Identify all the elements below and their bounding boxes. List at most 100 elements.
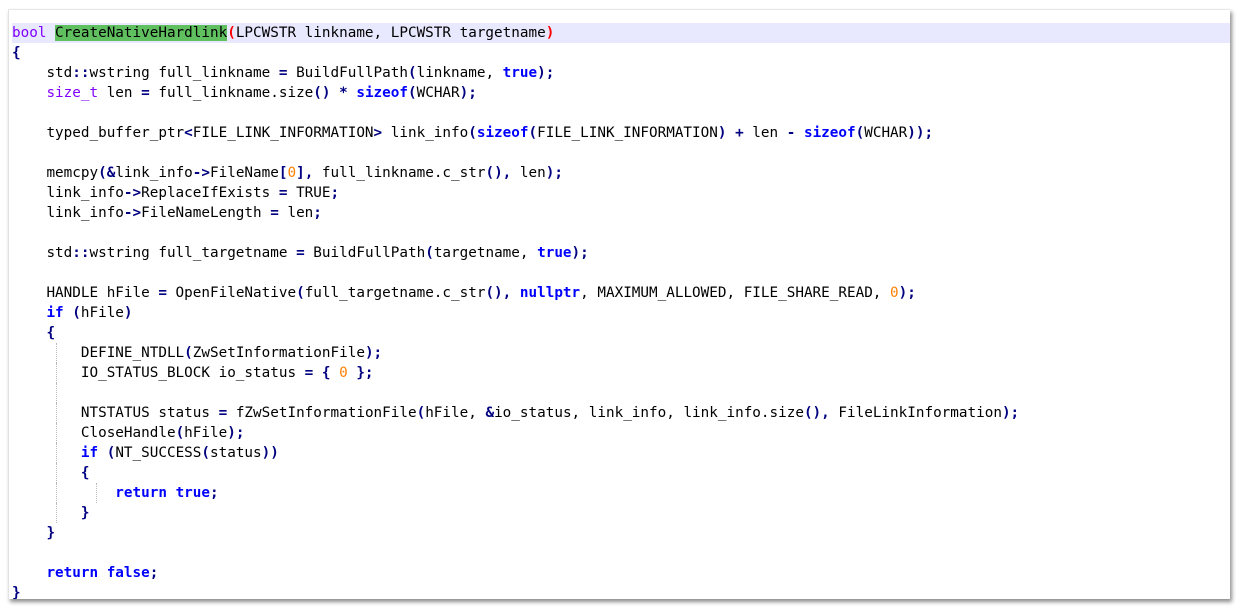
code-area[interactable]: bool CreateNativeHardlink(LPCWSTR linkna… [12, 23, 1230, 599]
code-token-plain: targetname, [433, 245, 538, 261]
code-line[interactable]: if (NT_SUCCESS(status)) [12, 443, 1230, 463]
code-line[interactable]: CloseHandle(hFile); [12, 423, 1230, 443]
code-line[interactable]: { [12, 323, 1230, 343]
code-line[interactable] [12, 103, 1230, 123]
code-line[interactable]: size_t len = full_linkname.size() * size… [12, 83, 1230, 103]
code-line[interactable]: std::wstring full_linkname = BuildFullPa… [12, 63, 1230, 83]
code-token-plain: link_info [46, 205, 124, 221]
code-token-plain: NTSTATUS status [80, 405, 219, 421]
code-token-op: ); [459, 85, 477, 101]
code-line[interactable]: } [12, 523, 1230, 543]
code-line[interactable]: { [12, 463, 1230, 483]
code-token-op: ( [296, 285, 305, 301]
code-line[interactable]: DEFINE_NTDLL(ZwSetInformationFile); [12, 343, 1230, 363]
code-token-op: ], [296, 165, 314, 181]
code-token-brace: } [12, 585, 21, 599]
code-line[interactable] [12, 143, 1230, 163]
code-token-op: = [218, 405, 228, 421]
code-token-op: & [485, 405, 495, 421]
code-line[interactable]: link_info->FileNameLength = len; [12, 203, 1230, 223]
code-token-plain: std [46, 65, 73, 81]
code-line[interactable]: if (hFile) [12, 303, 1230, 323]
code-token-kw: sizeof [356, 85, 408, 101]
code-line[interactable]: IO_STATUS_BLOCK io_status = { 0 }; [12, 363, 1230, 383]
code-token-plain: link_info [115, 165, 193, 181]
code-token-op: ( [528, 125, 538, 141]
indent-guide [56, 383, 57, 403]
indent-guide [96, 483, 97, 503]
code-token-op: = [158, 285, 167, 301]
code-token-num: 0 [890, 285, 899, 301]
indent-guide [56, 363, 57, 383]
code-token-plain: WCHAR [416, 85, 460, 101]
code-line[interactable]: typed_buffer_ptr<FILE_LINK_INFORMATION> … [12, 123, 1230, 143]
code-token-op: { [321, 365, 331, 381]
code-editor[interactable]: bool CreateNativeHardlink(LPCWSTR linkna… [8, 9, 1230, 599]
code-token-type: size_t [46, 85, 99, 101]
code-token-op: ( [72, 305, 81, 321]
code-line[interactable] [12, 383, 1230, 403]
indent-guide [56, 483, 57, 503]
code-token-op: (& [98, 165, 116, 181]
code-token-plain: IO_STATUS_BLOCK io_status [80, 365, 305, 381]
code-token-op: -> [123, 185, 142, 201]
code-token-plain: FileName [210, 165, 279, 181]
code-line[interactable]: return false; [12, 563, 1230, 583]
code-line[interactable] [12, 263, 1230, 283]
indent-guide [56, 403, 57, 423]
code-token-kw: sizeof [476, 125, 529, 141]
code-token-num: 0 [287, 165, 297, 181]
code-token-plain: hFile, [425, 405, 486, 421]
code-line[interactable] [12, 543, 1230, 563]
code-line[interactable]: { [12, 43, 1230, 63]
code-token-plain: wstring full_linkname [89, 65, 279, 81]
code-token-kw: return [46, 565, 99, 581]
code-token-op: ); [545, 165, 563, 181]
code-token-op: (), [803, 405, 830, 421]
code-line[interactable]: } [12, 503, 1230, 523]
code-line[interactable]: HANDLE hFile = OpenFileNative(full_targe… [12, 283, 1230, 303]
code-line[interactable]: bool CreateNativeHardlink(LPCWSTR linkna… [12, 23, 1230, 43]
code-token-op: ) [123, 305, 133, 321]
code-token-brace: { [80, 465, 90, 481]
code-token-plain: wstring full_targetname [89, 245, 297, 261]
code-line[interactable]: std::wstring full_targetname = BuildFull… [12, 243, 1230, 263]
code-token-op: = [141, 85, 150, 101]
code-token-plain: len [98, 85, 142, 101]
code-token-op: :: [72, 65, 90, 81]
code-token-red: ) [545, 25, 555, 41]
code-line[interactable]: memcpy(&link_info->FileName[0], full_lin… [12, 163, 1230, 183]
code-token-plain: full_targetname.c_str [304, 285, 486, 301]
code-line[interactable] [12, 223, 1230, 243]
code-token-plain: BuildFullPath [287, 65, 408, 81]
code-token-plain: FileNameLength [141, 205, 271, 221]
code-token-plain: linkname, [416, 65, 503, 81]
code-line[interactable]: link_info->ReplaceIfExists = TRUE; [12, 183, 1230, 203]
code-token-plain: FILE_LINK_INFORMATION [537, 125, 718, 141]
code-token-kw: if [80, 445, 99, 461]
code-token-op: ); [364, 345, 383, 361]
code-token-plain: io_status, link_info, link_info.size [494, 405, 804, 421]
code-line[interactable]: } [12, 583, 1230, 599]
code-token-plain: ZwSetInformationFile [192, 345, 365, 361]
code-token-op: < [184, 125, 193, 141]
indent-guide [56, 343, 57, 363]
code-line[interactable]: NTSTATUS status = fZwSetInformationFile(… [12, 403, 1230, 423]
code-token-op: (), [485, 285, 512, 301]
code-line[interactable]: return true; [12, 483, 1230, 503]
